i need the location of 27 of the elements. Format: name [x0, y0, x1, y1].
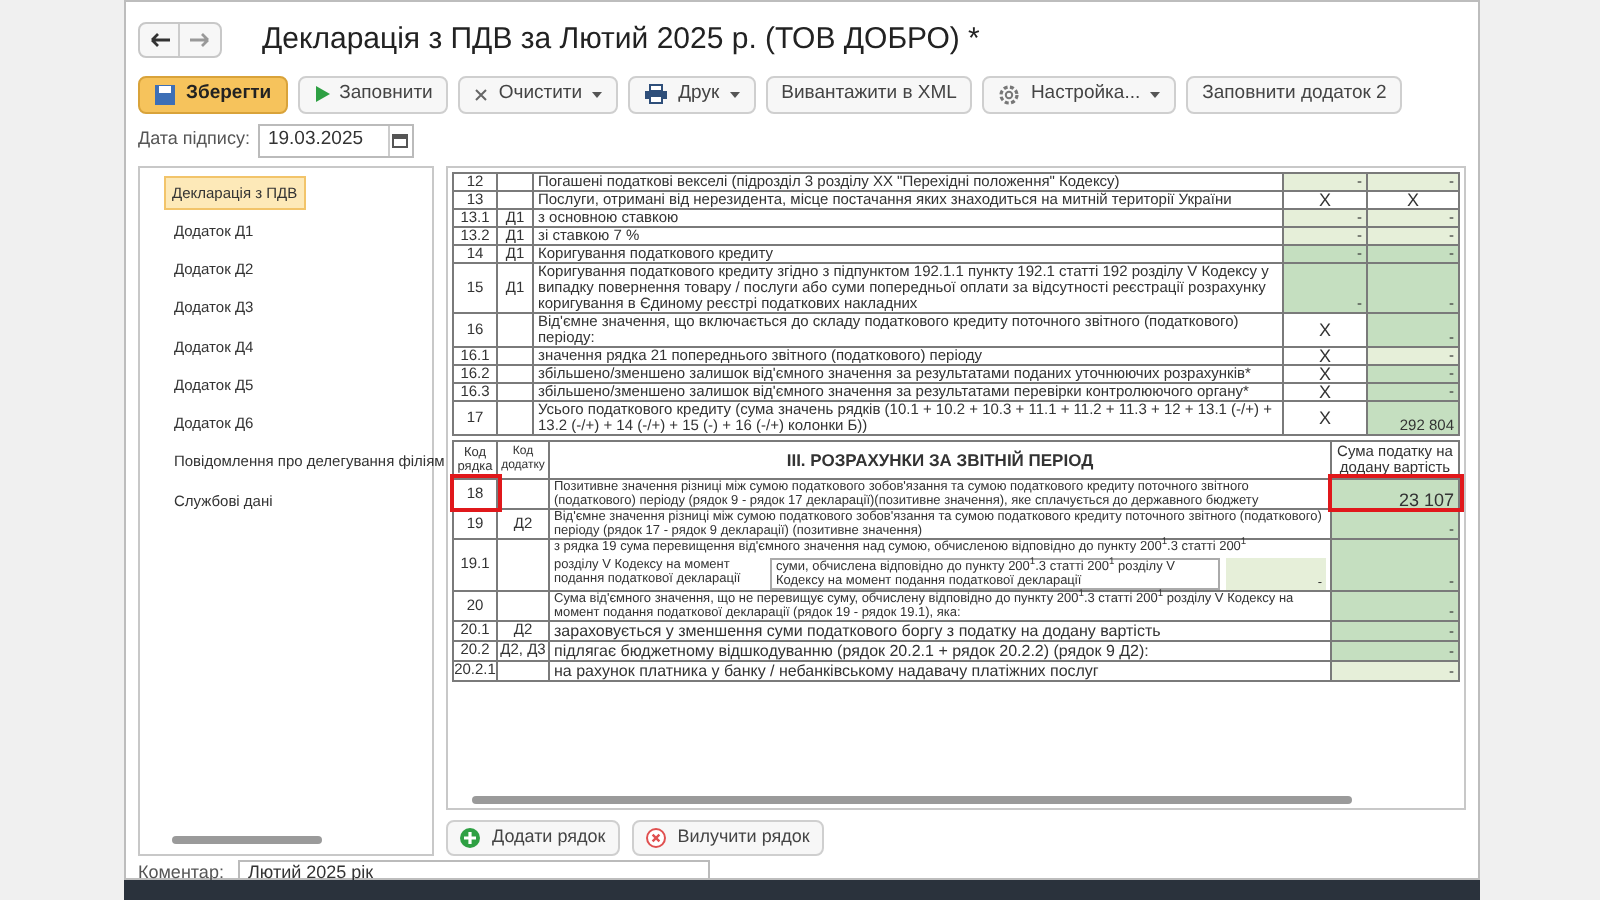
table-cell: X: [1283, 312, 1367, 346]
play-icon: [313, 86, 330, 102]
plus-icon: [460, 827, 480, 847]
field-label: Дата підпису:: [138, 126, 250, 153]
section-title: III. РОЗРАХУНКИ ЗА ЗВІТНІЙ ПЕРІОД: [549, 440, 1331, 478]
toolbar-button[interactable]: Настройка...: [982, 75, 1177, 113]
toolbar-button[interactable]: Очистити: [458, 75, 619, 113]
add-row-button[interactable]: Додати рядок: [446, 819, 620, 855]
toolbar-button[interactable]: Друк: [628, 75, 756, 113]
field-label: Коментар:: [138, 860, 222, 887]
printer-icon: [644, 84, 669, 104]
toolbar-button[interactable]: Вивантажити в XML: [765, 75, 973, 113]
remove-row-button[interactable]: Вилучити рядок: [631, 819, 824, 855]
toolbar-button[interactable]: Заповнити додаток 2: [1186, 75, 1403, 113]
row-description: зараховується у зменшення суми податкового боргу з податку на додану вартість: [549, 620, 1331, 640]
save-button[interactable]: Зберегти: [138, 75, 288, 113]
window-title: Декларація з ПДВ за Лютий 2025 р. (ТОВ ДОБРО) *: [262, 20, 980, 60]
cross-icon: [474, 87, 489, 101]
table-cell: X: [1283, 400, 1367, 434]
row-description: підлягає бюджетному відшкодуванню (рядок 20.2.1 + рядок 20.2.2) (рядок 9 Д2):: [549, 640, 1331, 660]
remove-icon: [645, 827, 666, 847]
gear-icon: [998, 83, 1021, 105]
date-field[interactable]: 19.03.2025: [257, 123, 414, 157]
input-cell[interactable]: 23 107: [1331, 478, 1459, 508]
row-description: на рахунок платника у банку / небанківському надавачу платіжних послуг: [549, 660, 1331, 680]
toolbar-button[interactable]: Заповнити: [297, 75, 449, 113]
calendar-icon[interactable]: [387, 125, 412, 155]
